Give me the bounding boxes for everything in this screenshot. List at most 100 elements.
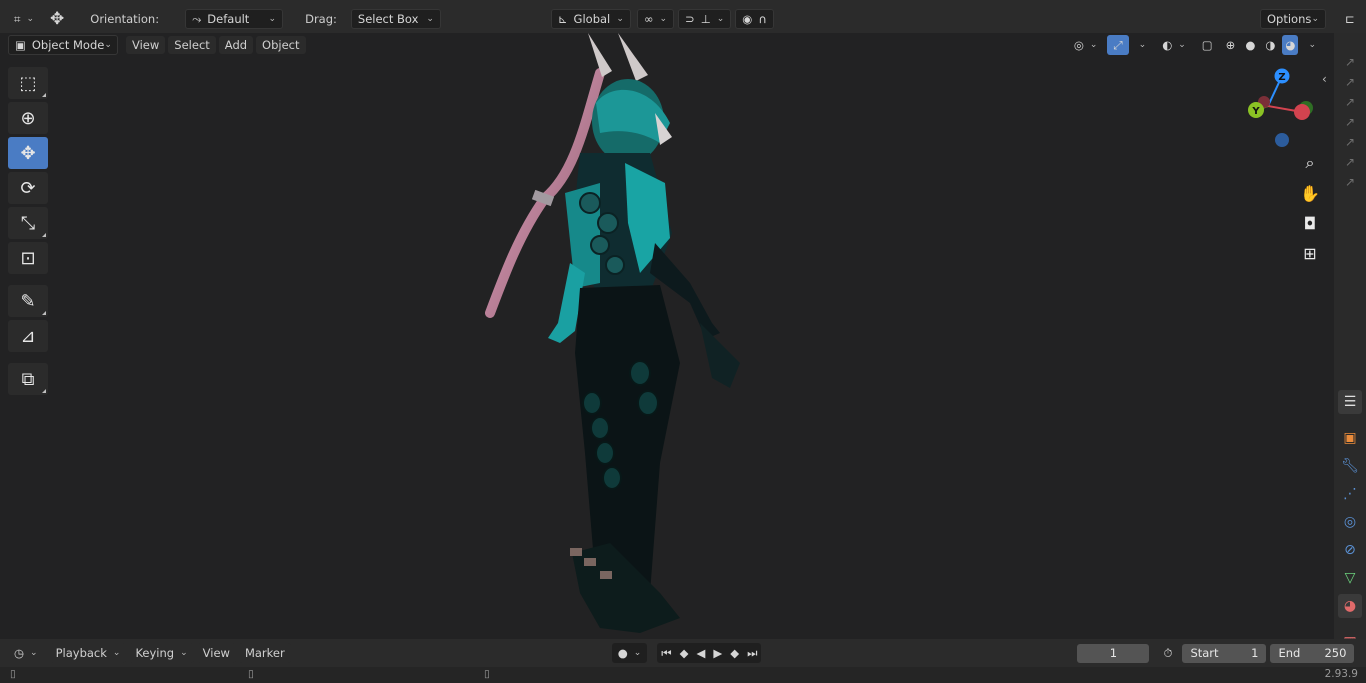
drag-dropdown[interactable]: Select Box ⌄ (350, 9, 441, 29)
cursor-tool[interactable]: ⊕ (8, 102, 48, 134)
physics-properties-tab[interactable]: ◎ (1338, 510, 1362, 534)
menu-view[interactable]: View (126, 36, 166, 54)
gizmo-icon: ⤢ (1113, 37, 1123, 52)
current-frame-value: 1 (1109, 646, 1118, 660)
move-tool[interactable]: ✥ (8, 137, 48, 169)
perspective-grid-icon[interactable]: ⊞ (1297, 240, 1323, 266)
orientation-value: Default (207, 12, 250, 26)
proportional-edit-dropdown[interactable]: ◉ ∩ (735, 9, 774, 29)
character-model[interactable] (0, 33, 1334, 639)
particles-properties-tab[interactable]: ⋰ (1338, 482, 1362, 506)
modifier-properties-tab[interactable]: 🔧︎ (1338, 454, 1362, 478)
play-reverse-button[interactable]: ◀ (693, 643, 710, 663)
object-properties-tab[interactable]: ▣ (1338, 426, 1362, 450)
mode-value: Object Mode (31, 38, 105, 52)
editor-type-button[interactable]: ⌗ ⌄ (8, 9, 40, 29)
pan-hand-icon[interactable]: ✋ (1297, 180, 1323, 206)
navigation-gizmo[interactable]: Z Y (1240, 66, 1320, 150)
end-value: 250 (1324, 646, 1347, 660)
constraints-properties-tab[interactable]: ⊘ (1338, 538, 1362, 562)
timeline-menu-playback[interactable]: Playback ⌄ (49, 643, 127, 663)
shading-material[interactable]: ◑ (1262, 35, 1278, 55)
snap-dropdown[interactable]: ⊃ ⊥ ⌄ (678, 9, 732, 29)
next-keyframe-button[interactable]: ◆ (726, 643, 743, 663)
shading-solid[interactable]: ● (1242, 35, 1258, 55)
gizmo-toggle[interactable]: ⤢ (1107, 35, 1129, 55)
sidebar-toggle-icon[interactable]: ‹ (1322, 72, 1327, 86)
xray-toggle[interactable]: ▢ (1196, 35, 1219, 55)
chevron-down-icon: ⌄ (1308, 40, 1316, 50)
tool-properties-tab[interactable]: ☰ (1338, 390, 1362, 414)
restrict-icon[interactable]: ↗ (1340, 172, 1360, 192)
menu-select[interactable]: Select (168, 36, 216, 54)
menu-add[interactable]: Add (218, 36, 254, 54)
chevron-down-icon: ⌄ (268, 14, 277, 24)
restrict-icon[interactable]: ↗ (1340, 112, 1360, 132)
prev-keyframe-button[interactable]: ◆ (676, 643, 693, 663)
axes-icon: ⊾ (557, 12, 568, 26)
orientation-dropdown[interactable]: ⤳ Default ⌄ (185, 9, 284, 29)
timeline-menu-keying[interactable]: Keying ⌄ (129, 643, 194, 663)
tool-shelf: ⬚ ⊕ ✥ ⟳ ⤡ ⊡ ✎ ⊿ ⧉ (8, 67, 50, 398)
playback-label: Playback (55, 646, 107, 660)
prev-keyframe-icon: ◆ (679, 646, 689, 660)
restrict-icon[interactable]: ↗ (1340, 92, 1360, 112)
timeline-menu-view[interactable]: View (196, 643, 236, 663)
current-frame-field[interactable]: 1 (1077, 643, 1150, 663)
restrict-icon[interactable]: ↗ (1340, 52, 1360, 72)
pivot-point-dropdown[interactable]: ∞ ⌄ (636, 9, 675, 29)
camera-view-icon[interactable]: ◘ (1297, 210, 1323, 236)
annotate-tool[interactable]: ✎ (8, 285, 48, 317)
play-icon: ▶ (713, 646, 723, 660)
shading-rendered[interactable]: ◕ (1282, 35, 1299, 55)
add-cube-tool[interactable]: ⧉ (8, 363, 48, 395)
restrict-icon[interactable]: ↗ (1340, 72, 1360, 92)
shading-wireframe[interactable]: ⊕ (1223, 35, 1239, 55)
chevron-down-icon: ⌄ (616, 14, 624, 24)
snap-increment-icon: ⊥ (700, 12, 711, 26)
chevron-down-icon: ⌄ (426, 14, 434, 24)
zoom-icon[interactable]: ⌕ (1297, 150, 1323, 176)
start-frame-field[interactable]: Start 1 (1182, 643, 1267, 663)
data-properties-tab[interactable]: ▽ (1338, 566, 1362, 590)
measure-tool[interactable]: ⊿ (8, 320, 48, 352)
jump-end-button[interactable]: ⏭ (743, 643, 761, 663)
jump-start-button[interactable]: ⏮ (657, 643, 675, 663)
material-properties-tab[interactable]: ◕ (1338, 594, 1362, 618)
status-bar: ▯ ▯ ▯ 2.93.9 (0, 667, 1366, 683)
scale-tool[interactable]: ⤡ (8, 207, 48, 239)
keying-label: Keying (135, 646, 175, 660)
annotate-icon: ✎ (20, 290, 36, 312)
play-button[interactable]: ▶ (709, 643, 726, 663)
gizmo-dropdown[interactable]: ⌄ (1133, 35, 1153, 55)
menu-object[interactable]: Object (256, 36, 306, 54)
select-box-tool[interactable]: ⬚ (8, 67, 48, 99)
add-cube-icon: ⧉ (21, 368, 35, 390)
visibility-dropdown[interactable]: ◎ ⌄ (1068, 35, 1104, 55)
timeline-editor-type-button[interactable]: ◷ ⌄ (8, 643, 44, 663)
options-dropdown[interactable]: Options ⌄ (1260, 9, 1326, 29)
object-mode-icon: ▣ (15, 38, 26, 52)
end-frame-field[interactable]: End 250 (1270, 643, 1355, 663)
shading-dropdown[interactable]: ⌄ (1302, 35, 1322, 55)
transform-orientation-dropdown[interactable]: ⊾ Global ⌄ (550, 9, 631, 29)
3d-viewport[interactable] (0, 33, 1334, 639)
restrict-icon[interactable]: ↗ (1340, 152, 1360, 172)
area-options-icon: ⊏ (1345, 12, 1355, 26)
link-icon: ∞ (643, 12, 654, 26)
preview-range-toggle[interactable]: ⏱ (1157, 643, 1178, 663)
auto-keying-toggle[interactable]: ● ⌄ (611, 643, 648, 663)
area-split-corner[interactable]: ⊏ (1334, 5, 1366, 33)
move-tool-icon[interactable]: ✥ (44, 9, 70, 29)
rotate-icon: ⟳ (20, 177, 36, 199)
timeline-menu-marker[interactable]: Marker (238, 643, 291, 663)
particles-icon: ⋰ (1343, 486, 1357, 502)
transform-tool[interactable]: ⊡ (8, 242, 48, 274)
restrict-icon[interactable]: ↗ (1340, 132, 1360, 152)
overlays-dropdown[interactable]: ◐ ⌄ (1156, 35, 1192, 55)
mesh-data-icon: ▽ (1344, 570, 1356, 586)
mode-dropdown[interactable]: ▣ Object Mode ⌄ (8, 35, 118, 55)
rotate-tool[interactable]: ⟳ (8, 172, 48, 204)
next-keyframe-icon: ◆ (730, 646, 740, 660)
rendered-icon: ◕ (1285, 38, 1296, 52)
